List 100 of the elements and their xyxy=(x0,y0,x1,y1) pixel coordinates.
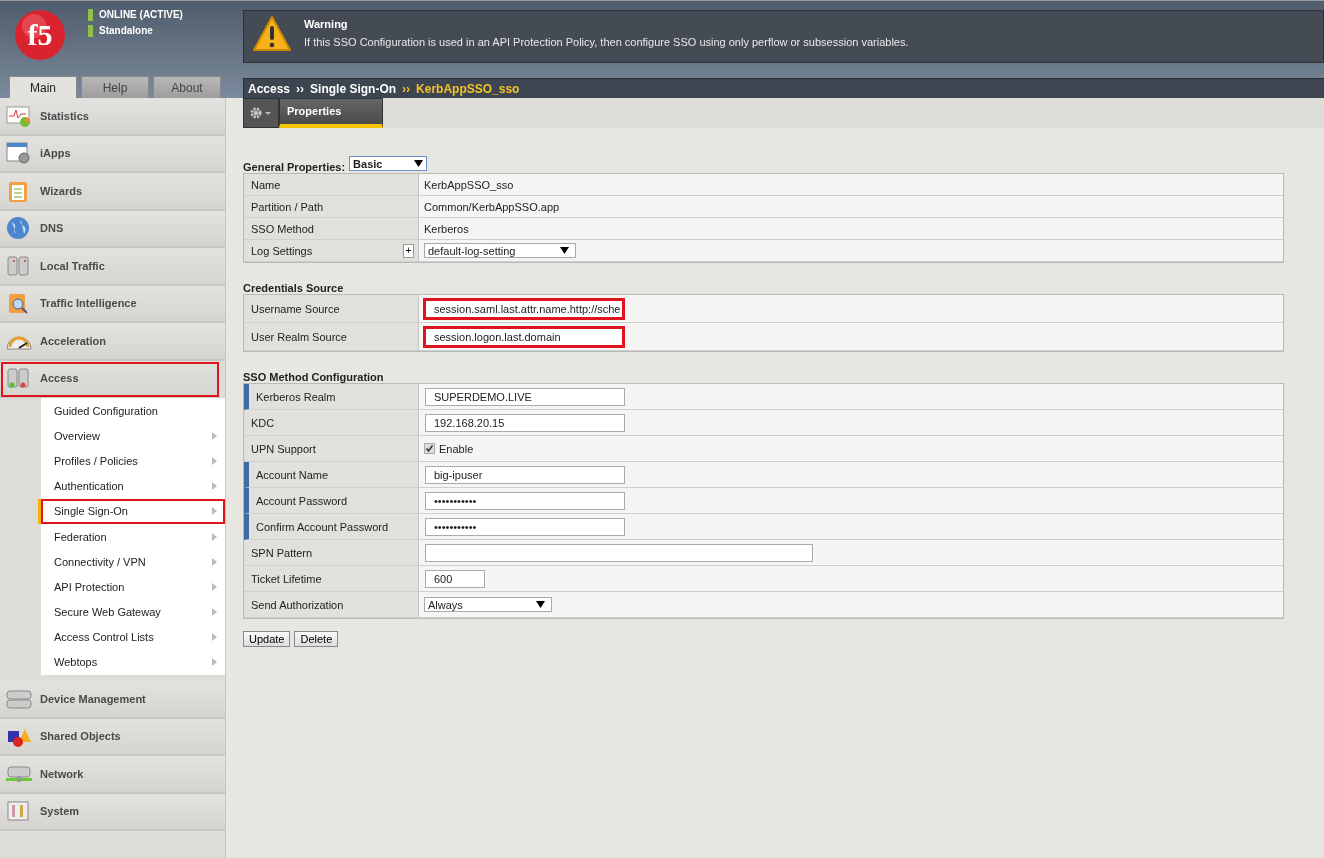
servers-icon xyxy=(6,366,32,391)
input-field[interactable]: session.saml.last.attr.name.http://sche xyxy=(425,299,623,318)
input-field[interactable]: 192.168.20.15 xyxy=(425,413,625,432)
nav-label: System xyxy=(40,805,80,818)
control-panel-icon xyxy=(6,799,32,824)
dropdown-arrow-icon xyxy=(414,160,424,167)
select-field[interactable]: default-log-setting xyxy=(424,243,576,258)
field-label: KDC xyxy=(244,410,419,436)
nav-item[interactable]: iApps xyxy=(0,135,225,173)
nav-item[interactable]: Local Traffic xyxy=(0,248,225,286)
field-label: Ticket Lifetime xyxy=(244,566,419,592)
tab[interactable]: About xyxy=(153,76,221,99)
input-field[interactable]: ••••••••••• xyxy=(425,491,625,510)
submenu-label: API Protection xyxy=(54,580,126,593)
submenu-label: Guided Configuration xyxy=(54,404,159,417)
warning-icon xyxy=(252,15,292,53)
tab[interactable]: Help xyxy=(81,76,149,99)
breadcrumb-separator: ›› xyxy=(402,81,411,96)
breadcrumb-item[interactable]: Single Sign-On xyxy=(310,81,397,96)
settings-menu-button[interactable] xyxy=(243,98,279,128)
servers-icon xyxy=(6,253,32,278)
view-dropdown[interactable]: Basic xyxy=(349,156,428,171)
nav-label: Device Management xyxy=(40,692,146,705)
breadcrumb-item[interactable]: Access xyxy=(248,81,291,96)
breadcrumb-separator: ›› xyxy=(296,81,305,96)
required-field-label: Account Password xyxy=(244,488,419,514)
input-field[interactable]: big-ipuser xyxy=(425,465,625,484)
submenu-item[interactable]: Profiles / Policies xyxy=(41,448,225,474)
submenu-item[interactable]: Federation xyxy=(41,523,225,550)
dropdown-arrow-icon xyxy=(536,601,545,608)
globe-icon xyxy=(6,216,32,241)
nav-label: Wizards xyxy=(40,184,83,197)
submenu-label: Connectivity / VPN xyxy=(54,555,147,568)
nav-label: DNS xyxy=(40,222,64,235)
select-field[interactable]: Always xyxy=(424,597,552,612)
settings-icon xyxy=(250,107,272,119)
warning-message: If this SSO Configuration is used in an API Protection Policy, then configure SSO using only perflow or subsession variables. xyxy=(304,36,909,48)
submenu-label: Single Sign-On xyxy=(54,505,129,518)
submenu-item[interactable]: Single Sign-On xyxy=(41,498,225,524)
submenu-label: Profiles / Policies xyxy=(54,454,139,467)
submenu-item[interactable]: Secure Web Gateway xyxy=(41,599,225,625)
nav-item[interactable]: Shared Objects xyxy=(0,718,225,757)
field-value: KerbAppSSO_sso xyxy=(419,174,1283,196)
nav-item[interactable]: System xyxy=(0,793,225,832)
submenu-item[interactable]: Authentication xyxy=(41,473,225,499)
submenu-label: Secure Web Gateway xyxy=(54,606,162,619)
tab[interactable]: Main xyxy=(9,76,77,99)
action-button[interactable]: Delete xyxy=(294,631,339,647)
input-field[interactable]: session.logon.last.domain xyxy=(425,327,623,346)
nav-label: Statistics xyxy=(40,109,89,122)
submenu-item[interactable]: Guided Configuration xyxy=(41,398,225,424)
submenu-item[interactable]: API Protection xyxy=(41,574,225,600)
input-field[interactable] xyxy=(425,543,813,562)
nav-label: Shared Objects xyxy=(40,730,121,743)
nav-item[interactable]: Network xyxy=(0,756,225,794)
breadcrumb-item[interactable]: KerbAppSSO_sso xyxy=(416,81,520,96)
field-value: Kerberos xyxy=(419,218,1283,240)
field-label: User Realm Source xyxy=(244,323,419,351)
required-field-label: Kerberos Realm xyxy=(244,384,419,410)
nav-item[interactable]: Device Management xyxy=(0,681,225,719)
field-label: Log Settings xyxy=(251,244,313,257)
submenu-label: Webtops xyxy=(54,656,99,669)
submenu-item[interactable]: Access Control Lists xyxy=(41,624,225,650)
section-title: SSO Method Configuration xyxy=(243,371,384,383)
checkbox[interactable] xyxy=(424,443,435,454)
section-title: General Properties: xyxy=(243,161,346,173)
nav-item[interactable]: Wizards xyxy=(0,173,225,211)
checkbox-label: Enable xyxy=(439,442,474,455)
field-label: SPN Pattern xyxy=(244,540,419,566)
nav-item[interactable]: DNS xyxy=(0,210,225,248)
submenu-item[interactable]: Webtops xyxy=(41,649,225,676)
field-label: Partition / Path xyxy=(244,196,419,218)
nav-item[interactable]: Statistics xyxy=(0,98,225,136)
warning-title: Warning xyxy=(304,18,349,30)
submenu-label: Access Control Lists xyxy=(54,631,155,644)
field-label: Name xyxy=(244,174,419,196)
nav-item[interactable]: Acceleration xyxy=(0,323,225,361)
nav-label: Access xyxy=(40,372,79,385)
nav-label: Network xyxy=(40,767,84,780)
input-field[interactable]: SUPERDEMO.LIVE xyxy=(425,387,625,406)
page-tab[interactable]: Properties xyxy=(279,98,383,128)
input-field[interactable]: ••••••••••• xyxy=(425,517,625,536)
dropdown-arrow-icon xyxy=(560,247,569,254)
submenu-item[interactable]: Overview xyxy=(41,423,225,449)
nav-item[interactable]: Traffic Intelligence xyxy=(0,285,225,323)
status-label: ONLINE (ACTIVE) xyxy=(88,9,183,21)
chart-icon xyxy=(6,103,32,128)
required-field-label: Confirm Account Password xyxy=(244,514,419,540)
add-button[interactable]: + xyxy=(403,243,414,258)
submenu-label: Authentication xyxy=(54,480,125,493)
nav-label: Local Traffic xyxy=(40,259,105,272)
submenu-label: Overview xyxy=(54,429,101,442)
nav-label: Acceleration xyxy=(40,334,107,347)
input-field[interactable]: 600 xyxy=(425,569,485,588)
submenu-item[interactable]: Connectivity / VPN xyxy=(41,549,225,575)
nav-label: Traffic Intelligence xyxy=(40,297,137,310)
action-button[interactable]: Update xyxy=(243,631,291,647)
logo: f5 xyxy=(14,9,66,61)
field-value: Common/KerbAppSSO.app xyxy=(419,196,1283,218)
nav-item[interactable]: Access xyxy=(0,360,220,398)
